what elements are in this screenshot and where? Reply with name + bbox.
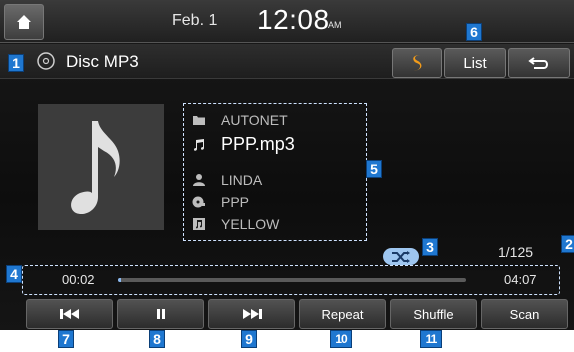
shuffle-indicator bbox=[383, 248, 419, 265]
status-ampm: AM bbox=[328, 20, 342, 30]
callout-4: 4 bbox=[6, 265, 22, 283]
music-file-icon bbox=[194, 138, 204, 151]
progress-slider[interactable] bbox=[118, 278, 466, 282]
scan-button[interactable]: Scan bbox=[481, 299, 568, 329]
album-name: PPP bbox=[221, 194, 250, 210]
status-time: 12:08 bbox=[257, 4, 330, 35]
folder-row: AUTONET bbox=[192, 112, 288, 128]
artist-row: LINDA bbox=[192, 172, 262, 188]
next-track-icon bbox=[242, 309, 262, 319]
file-name: PPP.mp3 bbox=[221, 134, 295, 154]
home-button[interactable] bbox=[4, 4, 44, 40]
song-title: YELLOW bbox=[221, 216, 280, 232]
callout-2: 2 bbox=[561, 235, 574, 253]
track-info-panel: AUTONET PPP.mp3 LINDA PPP YELLOW bbox=[183, 103, 367, 241]
music-note-icon bbox=[71, 121, 120, 215]
callout-3: 3 bbox=[422, 238, 438, 256]
track-counter: 1/125 bbox=[498, 244, 534, 260]
callout-10: 10 bbox=[330, 330, 352, 348]
source-title: Disc MP3 bbox=[66, 52, 139, 71]
disc-mp3-icon bbox=[37, 52, 55, 70]
file-row: PPP.mp3 bbox=[192, 134, 295, 155]
folder-name: AUTONET bbox=[221, 112, 288, 128]
album-art bbox=[38, 104, 164, 230]
album-row: PPP bbox=[192, 194, 249, 210]
song-title-icon bbox=[193, 218, 205, 230]
shuffle-icon bbox=[392, 250, 410, 263]
head-unit-screen: Feb. 1 12:08 AM Disc MP3 List AUTONET PP… bbox=[0, 0, 574, 330]
artist-name: LINDA bbox=[221, 172, 263, 188]
callout-9: 9 bbox=[241, 330, 257, 348]
title-row: YELLOW bbox=[192, 216, 279, 232]
pause-icon bbox=[156, 309, 165, 319]
artist-icon bbox=[193, 174, 205, 186]
sound-effect-icon bbox=[412, 55, 422, 71]
callout-11: 11 bbox=[420, 330, 442, 348]
status-bar: Feb. 1 12:08 AM bbox=[0, 0, 574, 43]
album-icon bbox=[192, 196, 205, 208]
total-time: 04:07 bbox=[504, 272, 537, 287]
callout-1: 1 bbox=[8, 54, 24, 72]
back-button[interactable] bbox=[508, 48, 570, 78]
progress-fill bbox=[118, 278, 121, 282]
repeat-button[interactable]: Repeat bbox=[299, 299, 386, 329]
home-icon bbox=[17, 15, 31, 29]
next-track-button[interactable] bbox=[208, 299, 295, 329]
elapsed-time: 00:02 bbox=[62, 272, 95, 287]
list-button[interactable]: List bbox=[444, 48, 506, 78]
callout-6: 6 bbox=[466, 23, 482, 41]
shuffle-button[interactable]: Shuffle bbox=[390, 299, 477, 329]
previous-track-button[interactable] bbox=[26, 299, 113, 329]
sound-effect-button[interactable] bbox=[392, 48, 442, 78]
callout-5: 5 bbox=[366, 160, 382, 178]
callout-7: 7 bbox=[58, 330, 74, 348]
previous-track-icon bbox=[59, 309, 79, 319]
back-icon bbox=[528, 57, 548, 69]
status-date: Feb. 1 bbox=[172, 12, 218, 29]
callout-8: 8 bbox=[149, 330, 165, 348]
folder-icon bbox=[193, 116, 205, 125]
pause-button[interactable] bbox=[117, 299, 204, 329]
